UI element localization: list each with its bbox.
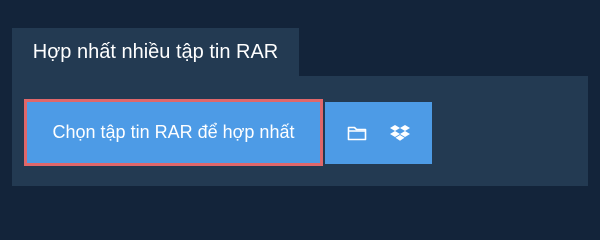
local-folder-button[interactable]: [343, 119, 371, 147]
choose-files-button[interactable]: Chọn tập tin RAR để hợp nhất: [24, 99, 323, 166]
choose-files-label: Chọn tập tin RAR để hợp nhất: [52, 122, 295, 142]
upload-source-group: [325, 102, 432, 164]
tab-label: Hợp nhất nhiều tập tin RAR: [32, 40, 279, 63]
tab-merge-rar[interactable]: Hợp nhất nhiều tập tin RAR: [12, 28, 299, 76]
dropbox-icon: [390, 125, 411, 141]
folder-icon: [347, 126, 367, 141]
dropbox-button[interactable]: [386, 119, 414, 147]
